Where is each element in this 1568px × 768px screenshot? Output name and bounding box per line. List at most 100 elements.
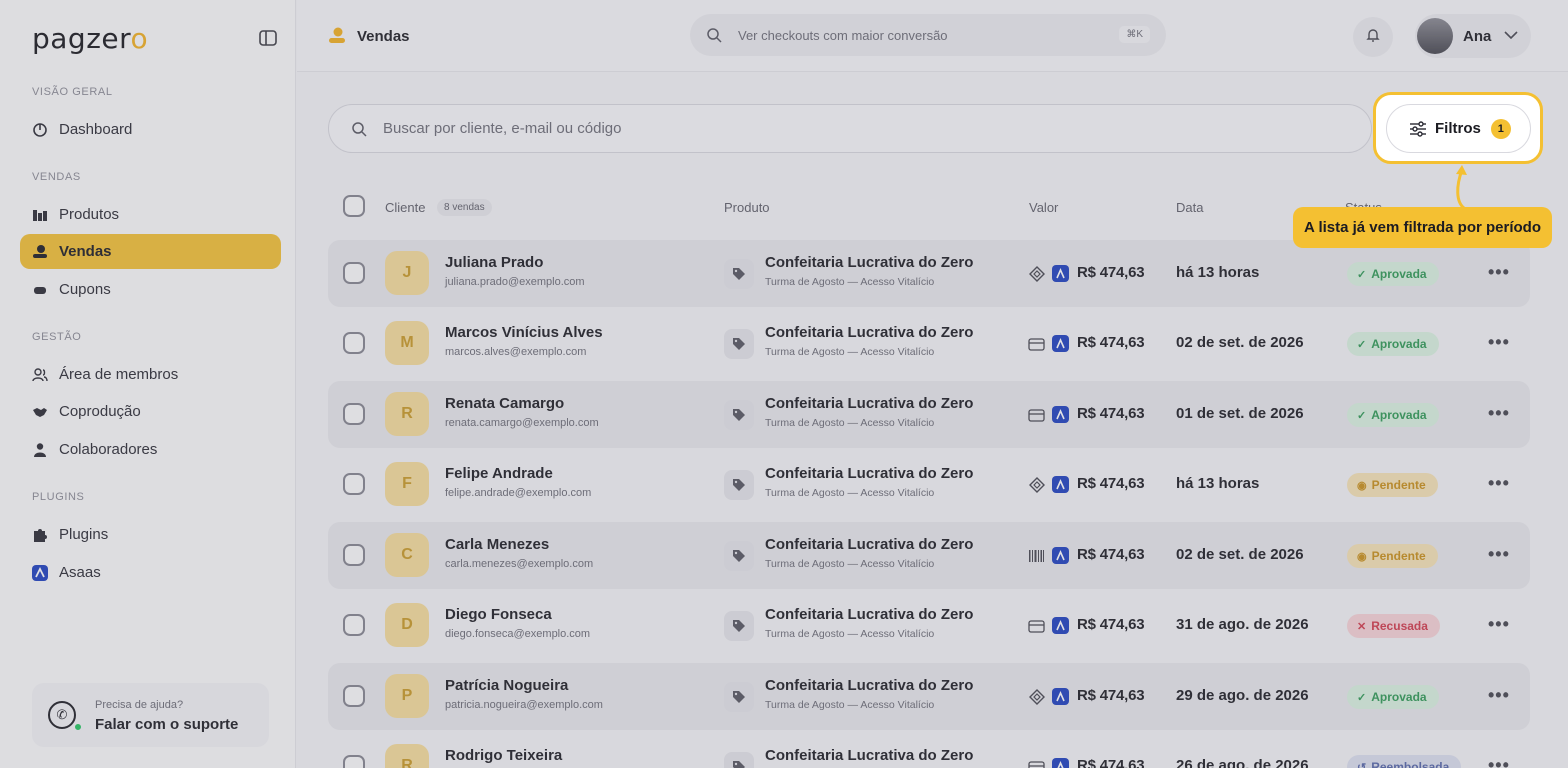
table-row[interactable]: R Renata Camargo renata.camargo@exemplo.… bbox=[328, 381, 1530, 448]
row-checkbox[interactable] bbox=[343, 755, 365, 768]
client-avatar: P bbox=[385, 674, 429, 718]
sidebar-item-label: Coprodução bbox=[59, 403, 141, 420]
product-offer: Turma de Agosto — Acesso Vitalício bbox=[765, 558, 935, 570]
sale-value: R$ 474,63 bbox=[1077, 405, 1145, 422]
user-menu[interactable]: Ana bbox=[1415, 14, 1531, 58]
more-actions-icon[interactable]: ••• bbox=[1488, 614, 1510, 635]
client-name[interactable]: Carla Menezes bbox=[445, 536, 549, 553]
table-row[interactable]: P Patrícia Nogueira patricia.nogueira@ex… bbox=[328, 663, 1530, 730]
table-row[interactable]: D Diego Fonseca diego.fonseca@exemplo.co… bbox=[328, 592, 1530, 659]
sale-value: R$ 474,63 bbox=[1077, 475, 1145, 492]
product-offer: Turma de Agosto — Acesso Vitalício bbox=[765, 487, 935, 499]
sale-value: R$ 474,63 bbox=[1077, 757, 1145, 768]
bell-icon bbox=[1365, 27, 1381, 48]
column-header-date[interactable]: Data bbox=[1176, 200, 1203, 215]
sale-value: R$ 474,63 bbox=[1077, 687, 1145, 704]
table-row[interactable]: F Felipe Andrade felipe.andrade@exemplo.… bbox=[328, 451, 1530, 518]
search-icon bbox=[706, 27, 722, 43]
sidebar-item-produtos[interactable]: Produtos bbox=[20, 197, 281, 232]
more-actions-icon[interactable]: ••• bbox=[1488, 262, 1510, 283]
sidebar-toggle-icon[interactable] bbox=[258, 28, 278, 48]
product-name: Confeitaria Lucrativa do Zero bbox=[765, 324, 974, 341]
logo[interactable]: pagzero bbox=[32, 22, 148, 55]
pix-payment-icon bbox=[1028, 689, 1045, 705]
sidebar-item-cupons[interactable]: Cupons bbox=[20, 272, 281, 307]
client-name[interactable]: Felipe Andrade bbox=[445, 465, 553, 482]
product-offer: Turma de Agosto — Acesso Vitalício bbox=[765, 699, 935, 711]
sidebar-item-label: Plugins bbox=[59, 526, 109, 543]
sidebar-item-dashboard[interactable]: Dashboard bbox=[20, 112, 281, 147]
product-name: Confeitaria Lucrativa do Zero bbox=[765, 677, 974, 694]
more-actions-icon[interactable]: ••• bbox=[1488, 403, 1510, 424]
product-name: Confeitaria Lucrativa do Zero bbox=[765, 747, 974, 764]
notifications-button[interactable] bbox=[1353, 17, 1393, 57]
product-name: Confeitaria Lucrativa do Zero bbox=[765, 254, 974, 271]
status-label: Reembolsada bbox=[1371, 760, 1450, 768]
client-name[interactable]: Juliana Prado bbox=[445, 254, 543, 271]
client-name[interactable]: Rodrigo Teixeira bbox=[445, 747, 562, 764]
sale-date: 01 de set. de 2026 bbox=[1176, 405, 1304, 422]
client-name[interactable]: Marcos Vinícius Alves bbox=[445, 324, 603, 341]
chevron-down-icon bbox=[1503, 27, 1519, 45]
sidebar: pagzero VISÃO GERAL Dashboard VENDAS Pro… bbox=[0, 0, 296, 768]
more-actions-icon[interactable]: ••• bbox=[1488, 332, 1510, 353]
row-checkbox[interactable] bbox=[343, 473, 365, 495]
sales-count-badge: 8 vendas bbox=[437, 199, 492, 216]
select-all-checkbox[interactable] bbox=[343, 195, 365, 217]
table-row[interactable]: R Rodrigo Teixeira rodrigo.teixeira@exem… bbox=[328, 733, 1530, 768]
support-link[interactable]: Falar com o suporte bbox=[95, 716, 238, 733]
page-title: Vendas bbox=[327, 26, 410, 46]
client-name[interactable]: Diego Fonseca bbox=[445, 606, 552, 623]
row-checkbox[interactable] bbox=[343, 262, 365, 284]
top-header: Vendas Ver checkouts com maior conversão… bbox=[297, 0, 1568, 72]
tag-icon bbox=[724, 470, 754, 500]
column-header-product[interactable]: Produto bbox=[724, 200, 770, 215]
more-actions-icon[interactable]: ••• bbox=[1488, 544, 1510, 565]
sidebar-item-area-de-membros[interactable]: Área de membros bbox=[20, 357, 281, 392]
row-checkbox[interactable] bbox=[343, 614, 365, 636]
more-actions-icon[interactable]: ••• bbox=[1488, 685, 1510, 706]
status-badge: ◉ Pendente bbox=[1347, 544, 1438, 568]
asaas-icon bbox=[1052, 547, 1069, 564]
filters-count-badge: 1 bbox=[1490, 118, 1511, 139]
filters-button[interactable]: Filtros 1 bbox=[1386, 104, 1531, 153]
client-email: felipe.andrade@exemplo.com bbox=[445, 487, 592, 499]
client-name[interactable]: Renata Camargo bbox=[445, 395, 564, 412]
asaas-icon bbox=[1052, 476, 1069, 493]
table-row[interactable]: C Carla Menezes carla.menezes@exemplo.co… bbox=[328, 522, 1530, 589]
card-payment-icon bbox=[1028, 407, 1045, 423]
asaas-icon bbox=[1052, 758, 1069, 768]
row-checkbox[interactable] bbox=[343, 544, 365, 566]
avatar bbox=[1417, 18, 1453, 54]
column-header-value[interactable]: Valor bbox=[1029, 200, 1058, 215]
table-row[interactable]: J Juliana Prado juliana.prado@exemplo.co… bbox=[328, 240, 1530, 307]
sidebar-item-label: Asaas bbox=[59, 564, 101, 581]
sale-date: há 13 horas bbox=[1176, 264, 1260, 281]
sidebar-item-coproducao[interactable]: Coprodução bbox=[20, 394, 281, 429]
more-actions-icon[interactable]: ••• bbox=[1488, 473, 1510, 494]
more-actions-icon[interactable]: ••• bbox=[1488, 755, 1510, 768]
client-name[interactable]: Patrícia Nogueira bbox=[445, 677, 568, 694]
sales-search-input[interactable]: Buscar por cliente, e-mail ou código bbox=[328, 104, 1372, 153]
search-icon bbox=[351, 121, 367, 137]
row-checkbox[interactable] bbox=[343, 685, 365, 707]
row-checkbox[interactable] bbox=[343, 332, 365, 354]
command-search[interactable]: Ver checkouts com maior conversão ⌘K bbox=[690, 14, 1166, 56]
sidebar-item-plugins[interactable]: Plugins bbox=[20, 517, 281, 552]
status-badge: ✓ Aprovada bbox=[1347, 403, 1439, 427]
support-card[interactable]: ✆ Precisa de ajuda? Falar com o suporte bbox=[32, 683, 269, 747]
sidebar-item-vendas[interactable]: Vendas bbox=[20, 234, 281, 269]
table-row[interactable]: M Marcos Vinícius Alves marcos.alves@exe… bbox=[328, 310, 1530, 377]
asaas-icon bbox=[32, 564, 48, 581]
status-label: Pendente bbox=[1371, 549, 1426, 563]
row-checkbox[interactable] bbox=[343, 403, 365, 425]
sidebar-item-asaas[interactable]: Asaas bbox=[20, 555, 281, 590]
sidebar-item-colaboradores[interactable]: Colaboradores bbox=[20, 432, 281, 467]
sidebar-item-label: Vendas bbox=[59, 243, 112, 260]
status-icon: ✓ bbox=[1357, 338, 1367, 351]
status-icon: ✓ bbox=[1357, 268, 1367, 281]
column-header-client[interactable]: Cliente bbox=[385, 200, 425, 215]
sales-icon bbox=[32, 244, 48, 260]
sale-date: 31 de ago. de 2026 bbox=[1176, 616, 1309, 633]
client-email: marcos.alves@exemplo.com bbox=[445, 346, 587, 358]
